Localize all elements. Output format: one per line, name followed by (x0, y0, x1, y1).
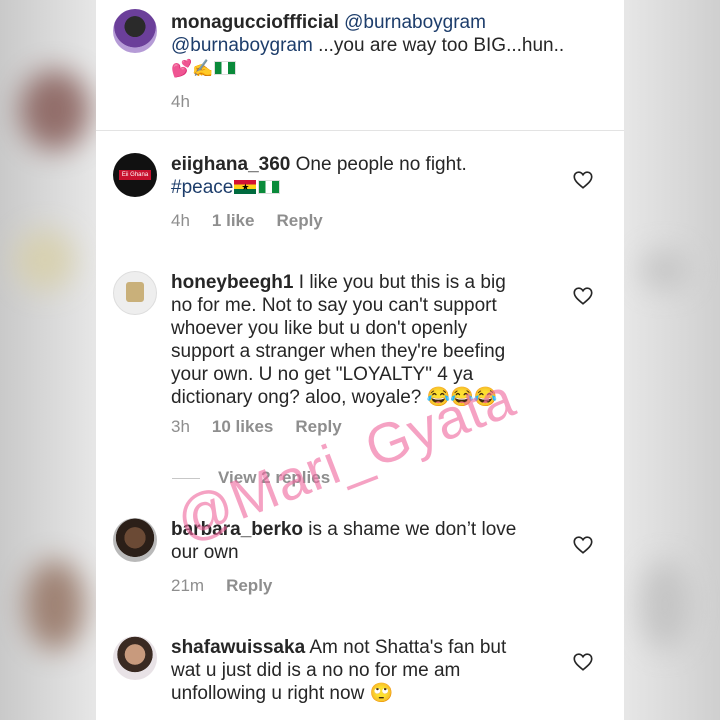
likes-count[interactable]: 10 likes (212, 417, 273, 437)
comment-line: unfollowing u right now 🙄 (171, 683, 394, 704)
likes-count[interactable]: 1 like (212, 211, 255, 231)
comments-panel: monaguccioffficial @burnaboygram @burnab… (96, 0, 624, 720)
avatar[interactable]: Eii Ghana (113, 153, 157, 197)
nigeria-flag-icon (214, 61, 237, 75)
comment-meta: 21m Reply (171, 576, 294, 596)
heart-icon[interactable] (572, 285, 594, 307)
comment-line: I like you but this is a big (293, 272, 506, 293)
comment-time: 4h (171, 92, 190, 111)
comment-username[interactable]: shafawuissaka (171, 637, 305, 658)
avatar[interactable] (113, 271, 157, 315)
comment-body: ...you are way too BIG...hun.. (312, 35, 565, 56)
comment-line: whoever you like but u don't openly (171, 318, 468, 339)
comment-line: Am not Shatta's fan but (305, 637, 507, 658)
comment-text: eiighana_360 One people no fight. #peace (171, 153, 571, 199)
avatar[interactable] (113, 518, 157, 562)
comment-meta: 4h (171, 92, 212, 112)
nigeria-flag-icon (258, 180, 281, 194)
comment-meta: 4h 1 like Reply (171, 211, 345, 231)
comment-item: barbara_berko is a shame we don’t love o… (96, 505, 624, 615)
comment-item: monaguccioffficial @burnaboygram @burnab… (96, 0, 624, 130)
comment-item: Eii Ghana eiighana_360 One people no fig… (96, 131, 624, 251)
comment-line: your own. U no get "LOYALTY" 4 ya (171, 364, 474, 385)
ghana-flag-icon (234, 180, 257, 194)
comment-item: shafawuissaka Am not Shatta's fan but wa… (96, 622, 624, 720)
comment-text: honeybeegh1 I like you but this is a big… (171, 271, 571, 409)
comment-line: is a shame we don’t love (303, 519, 517, 540)
comment-line: wat u just did is a no no for me am (171, 660, 461, 681)
comment-body: One people no fight. (290, 154, 467, 175)
comment-text: shafawuissaka Am not Shatta's fan but wa… (171, 636, 571, 705)
mention-link[interactable]: @burnaboygram (171, 35, 313, 56)
comment-time: 4h (171, 211, 190, 230)
view-replies-line (172, 478, 200, 479)
hashtag-link[interactable]: #peace (171, 177, 233, 198)
comment-line: support a stranger when they're beefing (171, 341, 506, 362)
comment-time: 21m (171, 576, 205, 595)
avatar[interactable] (113, 636, 157, 680)
mention-link[interactable]: @burnaboygram (344, 12, 486, 33)
comment-username[interactable]: monaguccioffficial (171, 12, 339, 33)
comment-username[interactable]: eiighana_360 (171, 154, 290, 175)
comment-username[interactable]: honeybeegh1 (171, 272, 293, 293)
heart-icon[interactable] (572, 169, 594, 191)
comment-text: monaguccioffficial @burnaboygram @burnab… (171, 11, 571, 81)
reply-button[interactable]: Reply (276, 211, 322, 231)
comment-time: 3h (171, 417, 190, 436)
heart-icon[interactable] (572, 651, 594, 673)
reply-button[interactable]: Reply (226, 576, 272, 596)
heart-icon[interactable] (572, 534, 594, 556)
avatar[interactable] (113, 9, 157, 53)
avatar-label: Eii Ghana (119, 170, 151, 180)
comment-line: no for me. Not to say you can't support (171, 295, 497, 316)
emoji-text: 💕✍️ (171, 59, 214, 79)
